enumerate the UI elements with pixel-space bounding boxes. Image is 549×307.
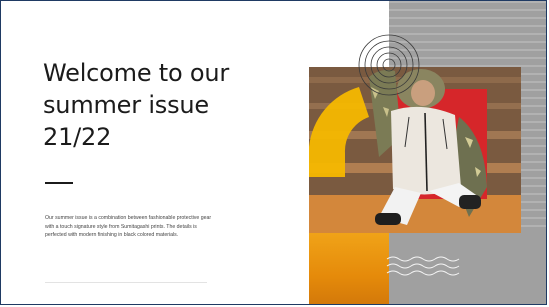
model-photo [309,67,521,233]
footer-divider [45,282,207,283]
text-panel: Welcome to our summer issue 21/22 Our su… [1,1,301,304]
headline-line-2: summer issue [43,91,209,120]
gray-block [389,233,546,304]
magazine-spread: Welcome to our summer issue 21/22 Our su… [0,0,547,305]
graphic-panel [301,1,546,304]
headline-line-1: Welcome to our [43,59,230,88]
headline: Welcome to our summer issue 21/22 [43,57,253,153]
model-photo-illustration [309,67,521,233]
body-copy: Our summer issue is a combination betwee… [45,215,212,238]
headline-divider [45,182,73,184]
orange-block [309,233,389,304]
headline-line-3: 21/22 [43,123,112,152]
